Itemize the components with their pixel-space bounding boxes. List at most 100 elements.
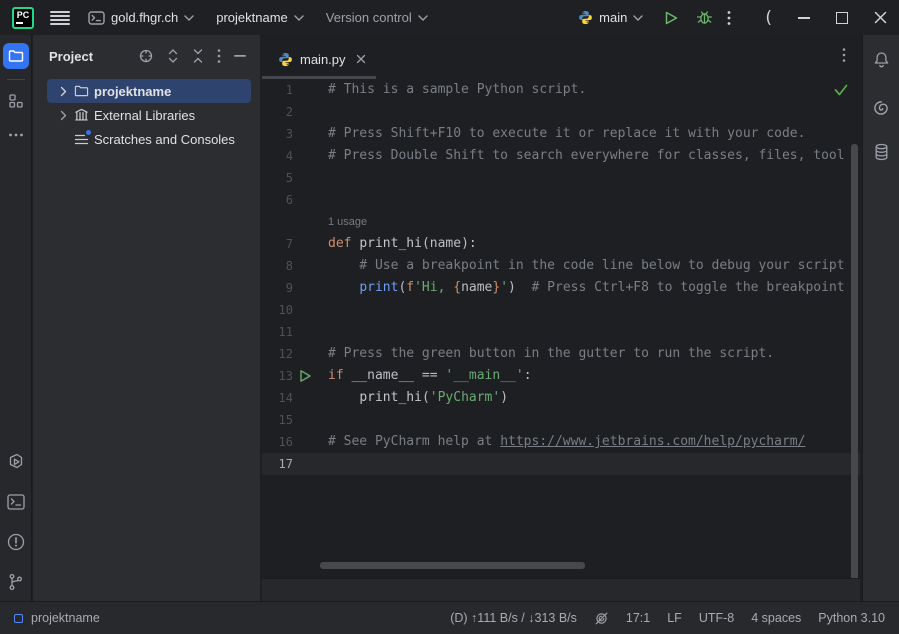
code-line[interactable]: 13if __name__ == '__main__': — [262, 365, 860, 387]
chevron-right-icon[interactable] — [55, 86, 71, 97]
gutter — [293, 145, 317, 167]
code-line[interactable]: 12# Press the green button in the gutter… — [262, 343, 860, 365]
tree-item-label: External Libraries — [94, 108, 195, 123]
remote-host-dropdown[interactable]: gold.fhgr.ch — [88, 10, 194, 25]
highlighting-level-icon[interactable] — [594, 611, 609, 626]
line-number[interactable]: 7 — [262, 233, 293, 255]
ai-assistant-button[interactable] — [868, 95, 894, 121]
scratches-badge — [85, 129, 92, 136]
locate-file-button[interactable] — [138, 48, 154, 64]
code-line[interactable]: 17 — [262, 453, 860, 475]
line-number[interactable]: 2 — [262, 101, 293, 123]
run-button[interactable] — [663, 10, 679, 26]
code-line[interactable]: 16# See PyCharm help at https://www.jetb… — [262, 431, 860, 453]
database-button[interactable] — [868, 139, 894, 165]
scratches-icon — [73, 133, 89, 146]
indent-widget[interactable]: 4 spaces — [751, 611, 801, 625]
line-number[interactable] — [262, 211, 293, 233]
line-number[interactable]: 9 — [262, 277, 293, 299]
code-line[interactable]: 4# Press Double Shift to search everywhe… — [262, 145, 860, 167]
services-tool-button[interactable] — [3, 449, 29, 475]
main-menu-button[interactable] — [50, 10, 70, 26]
tab-main-py[interactable]: main.py — [262, 39, 376, 79]
editor-bottom-strip — [262, 578, 860, 601]
code-line[interactable]: 15 — [262, 409, 860, 431]
project-tool-button[interactable] — [3, 43, 29, 69]
collapse-all-button[interactable] — [192, 48, 204, 64]
tree-item-external-libraries[interactable]: External Libraries — [47, 103, 251, 127]
notifications-button[interactable] — [868, 47, 894, 73]
project-dropdown[interactable]: projektname — [216, 10, 304, 25]
vcs-dropdown-label: Version control — [326, 10, 412, 25]
line-number[interactable]: 13 — [262, 365, 293, 387]
code-line[interactable]: 10 — [262, 299, 860, 321]
hide-panel-button[interactable] — [234, 55, 246, 58]
problems-icon — [7, 533, 25, 551]
horizontal-scrollbar[interactable] — [320, 562, 585, 569]
code-line[interactable]: 7 def print_hi(name): — [262, 233, 860, 255]
gutter-run-icon[interactable] — [293, 365, 317, 387]
folder-icon — [73, 84, 89, 98]
run-configuration-dropdown[interactable]: main — [578, 10, 643, 25]
editor-options-button[interactable] — [842, 47, 846, 63]
encoding-widget[interactable]: UTF-8 — [699, 611, 734, 625]
code-line[interactable]: 14 print_hi('PyCharm') — [262, 387, 860, 409]
project-tree: projektname External Libraries Scratches… — [33, 77, 260, 151]
line-number[interactable]: 6 — [262, 189, 293, 211]
code-line[interactable]: 3# Press Shift+F10 to execute it or repl… — [262, 123, 860, 145]
bell-icon — [873, 51, 890, 69]
line-number[interactable]: 11 — [262, 321, 293, 343]
structure-tool-button[interactable] — [3, 88, 29, 114]
git-tool-button[interactable] — [3, 569, 29, 595]
title-bar: PC gold.fhgr.ch projektname Version cont… — [0, 0, 899, 35]
code-line[interactable]: 1# This is a sample Python script. — [262, 79, 860, 101]
tree-item-projektname[interactable]: projektname — [47, 79, 251, 103]
more-tool-windows-button[interactable] — [3, 122, 29, 148]
code-line[interactable]: 6 — [262, 189, 860, 211]
pycharm-window: PC gold.fhgr.ch projektname Version cont… — [0, 0, 899, 634]
code-editor[interactable]: 1# This is a sample Python script.23# Pr… — [262, 79, 860, 578]
vcs-dropdown[interactable]: Version control — [326, 10, 428, 25]
line-number[interactable]: 12 — [262, 343, 293, 365]
expand-all-button[interactable] — [167, 48, 179, 64]
tree-item-scratches[interactable]: Scratches and Consoles — [47, 127, 251, 151]
interpreter-widget[interactable]: Python 3.10 — [818, 611, 885, 625]
line-separator-widget[interactable]: LF — [667, 611, 682, 625]
caret-position-widget[interactable]: 17:1 — [626, 611, 650, 625]
code-text: def print_hi(name): — [317, 233, 477, 255]
line-number[interactable]: 15 — [262, 409, 293, 431]
minimize-button[interactable] — [798, 17, 810, 19]
more-actions-button[interactable] — [727, 10, 731, 26]
line-number[interactable]: 1 — [262, 79, 293, 101]
line-number[interactable]: 17 — [262, 453, 293, 475]
code-line[interactable]: 11 — [262, 321, 860, 343]
tab-close-button[interactable] — [356, 54, 366, 64]
terminal-tool-button[interactable] — [3, 489, 29, 515]
line-number[interactable]: 10 — [262, 299, 293, 321]
code-line[interactable]: 8 # Use a breakpoint in the code line be… — [262, 255, 860, 277]
crescent-icon[interactable]: ( — [765, 8, 772, 28]
code-line[interactable]: 2 — [262, 101, 860, 123]
code-line[interactable]: 5 — [262, 167, 860, 189]
editor-tab-bar: main.py — [262, 35, 860, 79]
vertical-scrollbar[interactable] — [851, 144, 858, 578]
status-project-widget[interactable]: projektname — [14, 611, 100, 625]
line-number[interactable]: 14 — [262, 387, 293, 409]
line-number[interactable]: 3 — [262, 123, 293, 145]
usages-inlay-hint[interactable]: 1 usage — [328, 216, 367, 228]
debug-button[interactable] — [696, 9, 713, 26]
line-number[interactable]: 8 — [262, 255, 293, 277]
inspections-ok-check-icon[interactable] — [834, 84, 848, 96]
panel-options-button[interactable] — [217, 48, 221, 64]
maximize-button[interactable] — [836, 12, 848, 24]
inlay-hint-line[interactable]: 1 usage — [262, 211, 860, 233]
right-tool-stripe — [862, 35, 899, 601]
code-text — [317, 299, 328, 321]
line-number[interactable]: 5 — [262, 167, 293, 189]
line-number[interactable]: 16 — [262, 431, 293, 453]
chevron-right-icon[interactable] — [55, 110, 71, 121]
close-button[interactable] — [874, 11, 887, 24]
line-number[interactable]: 4 — [262, 145, 293, 167]
code-line[interactable]: 9 print(f'Hi, {name}') # Press Ctrl+F8 t… — [262, 277, 860, 299]
problems-tool-button[interactable] — [3, 529, 29, 555]
